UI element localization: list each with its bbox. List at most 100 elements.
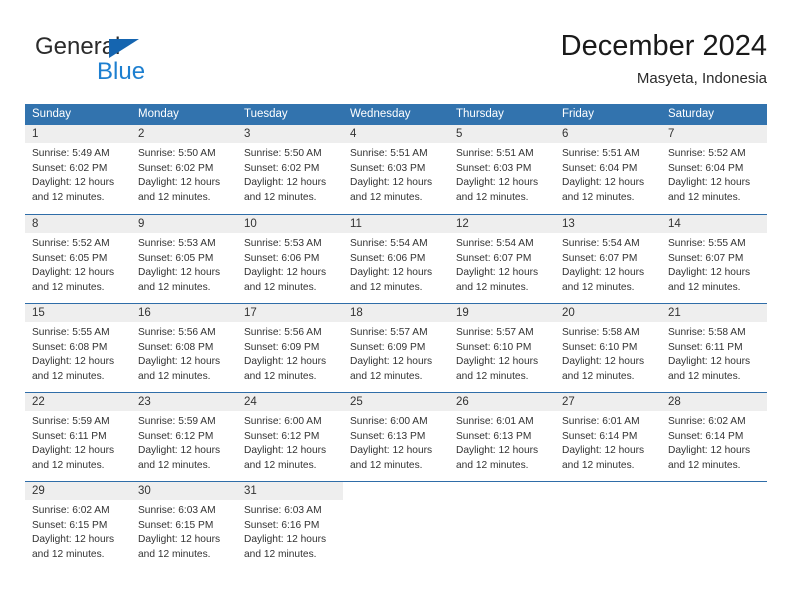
sunrise-text: Sunrise: 6:03 AM bbox=[138, 505, 216, 516]
day-number: 2 bbox=[138, 128, 145, 140]
day-number-band: 29 bbox=[25, 482, 131, 500]
day-number-band: 9 bbox=[131, 215, 237, 233]
day-sun-info: Sunrise: 6:03 AM Sunset: 6:16 PM Daylight:… bbox=[237, 500, 343, 562]
day-number: 3 bbox=[244, 128, 251, 140]
day-cell[interactable]: 14 Sunrise: 5:55 AM Sunset: 6:07 PM Dayligh… bbox=[661, 215, 767, 303]
day-sun-info: Sunrise: 5:56 AM Sunset: 6:09 PM Daylight:… bbox=[237, 322, 343, 384]
calendar-week-row: 22 Sunrise: 5:59 AM Sunset: 6:11 PM Dayligh… bbox=[25, 392, 767, 481]
sunset-text: Sunset: 6:10 PM bbox=[562, 341, 638, 353]
sunset-text: Sunset: 6:16 PM bbox=[244, 519, 320, 531]
sunrise-text: Sunrise: 5:53 AM bbox=[138, 238, 216, 249]
daylight-text-line1: Daylight: 12 hours bbox=[350, 356, 433, 368]
daylight-text-line1: Daylight: 12 hours bbox=[244, 177, 327, 189]
sunset-text: Sunset: 6:04 PM bbox=[562, 162, 638, 174]
sunrise-text: Sunrise: 5:59 AM bbox=[32, 416, 110, 427]
day-number: 19 bbox=[456, 307, 469, 319]
daylight-text-line1: Daylight: 12 hours bbox=[668, 445, 751, 457]
sunset-text: Sunset: 6:07 PM bbox=[668, 252, 744, 264]
day-cell[interactable]: 1 Sunrise: 5:49 AM Sunset: 6:02 PM Daylight… bbox=[25, 125, 131, 214]
daylight-text-line2: and 12 minutes. bbox=[562, 191, 635, 203]
sunset-text: Sunset: 6:02 PM bbox=[138, 162, 214, 174]
day-number-band: 30 bbox=[131, 482, 237, 500]
day-cell[interactable]: 19 Sunrise: 5:57 AM Sunset: 6:10 PM Dayligh… bbox=[449, 304, 555, 392]
day-number-band: 13 bbox=[555, 215, 661, 233]
logo-text-general: General bbox=[35, 33, 121, 60]
day-number-band: 16 bbox=[131, 304, 237, 322]
day-number: 13 bbox=[562, 218, 575, 230]
page-subtitle: Masyeta, Indonesia bbox=[636, 70, 767, 87]
daylight-text-line2: and 12 minutes. bbox=[138, 281, 211, 293]
day-cell[interactable]: 8 Sunrise: 5:52 AM Sunset: 6:05 PM Daylight… bbox=[25, 215, 131, 303]
day-cell[interactable]: 12 Sunrise: 5:54 AM Sunset: 6:07 PM Dayligh… bbox=[449, 215, 555, 303]
daylight-text-line2: and 12 minutes. bbox=[350, 281, 423, 293]
day-cell[interactable]: 24 Sunrise: 6:00 AM Sunset: 6:12 PM Dayligh… bbox=[237, 393, 343, 481]
day-number: 17 bbox=[244, 307, 257, 319]
sunrise-text: Sunrise: 5:50 AM bbox=[138, 148, 216, 159]
day-cell[interactable]: 31 Sunrise: 6:03 AM Sunset: 6:16 PM Dayligh… bbox=[237, 482, 343, 570]
day-number-band: 18 bbox=[343, 304, 449, 322]
day-number: 24 bbox=[244, 396, 257, 408]
day-sun-info: Sunrise: 5:51 AM Sunset: 6:03 PM Daylight:… bbox=[449, 143, 555, 205]
day-cell-empty bbox=[661, 482, 767, 570]
sunrise-text: Sunrise: 5:55 AM bbox=[32, 327, 110, 338]
day-cell[interactable]: 20 Sunrise: 5:58 AM Sunset: 6:10 PM Dayligh… bbox=[555, 304, 661, 392]
day-cell[interactable]: 23 Sunrise: 5:59 AM Sunset: 6:12 PM Dayligh… bbox=[131, 393, 237, 481]
day-sun-info: Sunrise: 5:53 AM Sunset: 6:05 PM Daylight:… bbox=[131, 233, 237, 295]
day-cell[interactable]: 18 Sunrise: 5:57 AM Sunset: 6:09 PM Dayligh… bbox=[343, 304, 449, 392]
daylight-text-line2: and 12 minutes. bbox=[138, 370, 211, 382]
day-sun-info: Sunrise: 5:57 AM Sunset: 6:09 PM Daylight:… bbox=[343, 322, 449, 384]
day-cell[interactable]: 3 Sunrise: 5:50 AM Sunset: 6:02 PM Daylight… bbox=[237, 125, 343, 214]
day-cell[interactable]: 30 Sunrise: 6:03 AM Sunset: 6:15 PM Dayligh… bbox=[131, 482, 237, 570]
day-cell[interactable]: 27 Sunrise: 6:01 AM Sunset: 6:14 PM Dayligh… bbox=[555, 393, 661, 481]
day-cell[interactable]: 25 Sunrise: 6:00 AM Sunset: 6:13 PM Dayligh… bbox=[343, 393, 449, 481]
day-cell[interactable]: 29 Sunrise: 6:02 AM Sunset: 6:15 PM Dayligh… bbox=[25, 482, 131, 570]
weekday-header-sunday: Sunday bbox=[32, 108, 72, 120]
day-cell[interactable]: 28 Sunrise: 6:02 AM Sunset: 6:14 PM Dayligh… bbox=[661, 393, 767, 481]
sunrise-text: Sunrise: 5:49 AM bbox=[32, 148, 110, 159]
day-number: 18 bbox=[350, 307, 363, 319]
day-cell[interactable]: 10 Sunrise: 5:53 AM Sunset: 6:06 PM Dayligh… bbox=[237, 215, 343, 303]
daylight-text-line2: and 12 minutes. bbox=[244, 548, 317, 560]
daylight-text-line1: Daylight: 12 hours bbox=[138, 445, 221, 457]
day-cell-empty bbox=[343, 482, 449, 570]
daylight-text-line1: Daylight: 12 hours bbox=[668, 356, 751, 368]
day-cell[interactable]: 21 Sunrise: 5:58 AM Sunset: 6:11 PM Dayligh… bbox=[661, 304, 767, 392]
day-number: 27 bbox=[562, 396, 575, 408]
day-cell[interactable]: 17 Sunrise: 5:56 AM Sunset: 6:09 PM Dayligh… bbox=[237, 304, 343, 392]
day-sun-info: Sunrise: 5:51 AM Sunset: 6:03 PM Daylight:… bbox=[343, 143, 449, 205]
daylight-text-line1: Daylight: 12 hours bbox=[668, 177, 751, 189]
daylight-text-line1: Daylight: 12 hours bbox=[456, 177, 539, 189]
day-number-band: 5 bbox=[449, 125, 555, 143]
sunset-text: Sunset: 6:12 PM bbox=[138, 430, 214, 442]
daylight-text-line1: Daylight: 12 hours bbox=[350, 445, 433, 457]
title-block: December 2024 Masyeta, Indonesia bbox=[561, 28, 767, 90]
daylight-text-line2: and 12 minutes. bbox=[350, 191, 423, 203]
day-cell[interactable]: 7 Sunrise: 5:52 AM Sunset: 6:04 PM Daylight… bbox=[661, 125, 767, 214]
day-number: 10 bbox=[244, 218, 257, 230]
day-sun-info: Sunrise: 5:56 AM Sunset: 6:08 PM Daylight:… bbox=[131, 322, 237, 384]
day-cell[interactable]: 26 Sunrise: 6:01 AM Sunset: 6:13 PM Dayligh… bbox=[449, 393, 555, 481]
daylight-text-line1: Daylight: 12 hours bbox=[244, 534, 327, 546]
day-cell[interactable]: 22 Sunrise: 5:59 AM Sunset: 6:11 PM Dayligh… bbox=[25, 393, 131, 481]
weekday-header-thursday: Thursday bbox=[456, 108, 504, 120]
day-number: 16 bbox=[138, 307, 151, 319]
general-blue-logo[interactable]: General Blue bbox=[35, 33, 235, 91]
day-sun-info: Sunrise: 5:54 AM Sunset: 6:07 PM Daylight:… bbox=[449, 233, 555, 295]
day-cell[interactable]: 5 Sunrise: 5:51 AM Sunset: 6:03 PM Daylight… bbox=[449, 125, 555, 214]
day-cell[interactable]: 4 Sunrise: 5:51 AM Sunset: 6:03 PM Daylight… bbox=[343, 125, 449, 214]
day-cell[interactable]: 13 Sunrise: 5:54 AM Sunset: 6:07 PM Dayligh… bbox=[555, 215, 661, 303]
day-cell[interactable]: 6 Sunrise: 5:51 AM Sunset: 6:04 PM Daylight… bbox=[555, 125, 661, 214]
daylight-text-line1: Daylight: 12 hours bbox=[562, 267, 645, 279]
daylight-text-line2: and 12 minutes. bbox=[244, 191, 317, 203]
day-sun-info: Sunrise: 5:54 AM Sunset: 6:06 PM Daylight:… bbox=[343, 233, 449, 295]
day-number-band: 12 bbox=[449, 215, 555, 233]
day-cell[interactable]: 2 Sunrise: 5:50 AM Sunset: 6:02 PM Daylight… bbox=[131, 125, 237, 214]
day-cell[interactable]: 9 Sunrise: 5:53 AM Sunset: 6:05 PM Daylight… bbox=[131, 215, 237, 303]
weekday-header-row: Sunday Monday Tuesday Wednesday Thursday Frid… bbox=[25, 104, 767, 125]
sunset-text: Sunset: 6:03 PM bbox=[350, 162, 426, 174]
day-cell[interactable]: 16 Sunrise: 5:56 AM Sunset: 6:08 PM Dayligh… bbox=[131, 304, 237, 392]
day-number: 31 bbox=[244, 485, 257, 497]
day-cell[interactable]: 15 Sunrise: 5:55 AM Sunset: 6:08 PM Dayligh… bbox=[25, 304, 131, 392]
day-cell[interactable]: 11 Sunrise: 5:54 AM Sunset: 6:06 PM Dayligh… bbox=[343, 215, 449, 303]
sunset-text: Sunset: 6:13 PM bbox=[350, 430, 426, 442]
